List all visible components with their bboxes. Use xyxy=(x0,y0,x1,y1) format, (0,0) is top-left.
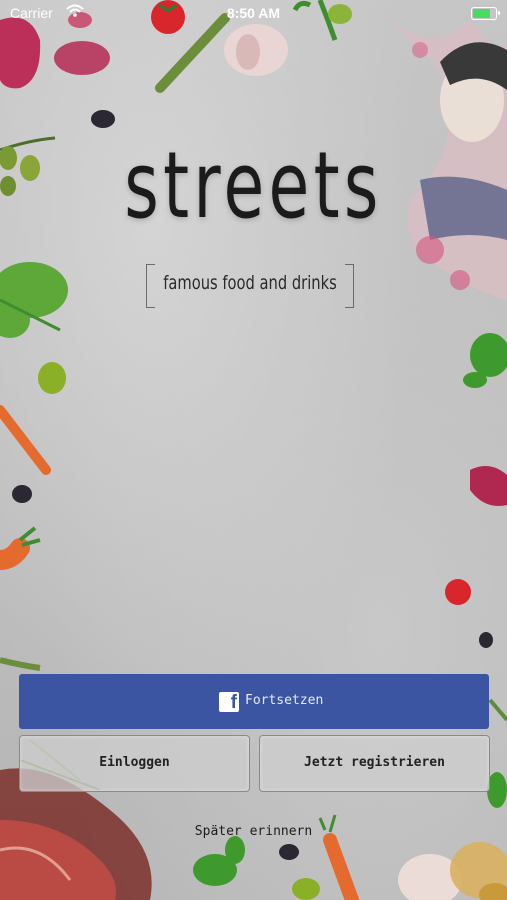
carrot-illustration xyxy=(0,405,51,475)
bracket-right xyxy=(345,264,354,308)
brand-logo: streets xyxy=(0,140,507,232)
facebook-continue-label: Fortsetzen xyxy=(245,693,324,708)
register-button[interactable]: Jetzt registrieren xyxy=(259,735,490,792)
facebook-continue-button[interactable]: f Fortsetzen xyxy=(19,674,489,729)
clock: 8:50 AM xyxy=(226,5,281,21)
olive-illustration xyxy=(91,110,115,128)
status-bar: Carrier 8:50 AM xyxy=(0,0,507,28)
brand-tagline: famous food and drinks xyxy=(163,272,337,294)
brand-tagline-frame: famous food and drinks xyxy=(146,264,354,308)
login-button[interactable]: Einloggen xyxy=(19,735,250,792)
brand-name: streets xyxy=(124,132,383,239)
facebook-icon: f xyxy=(219,692,239,713)
battery-icon xyxy=(471,7,500,20)
bracket-left xyxy=(146,264,155,308)
remind-later-link[interactable]: Später erinnern xyxy=(0,824,507,839)
